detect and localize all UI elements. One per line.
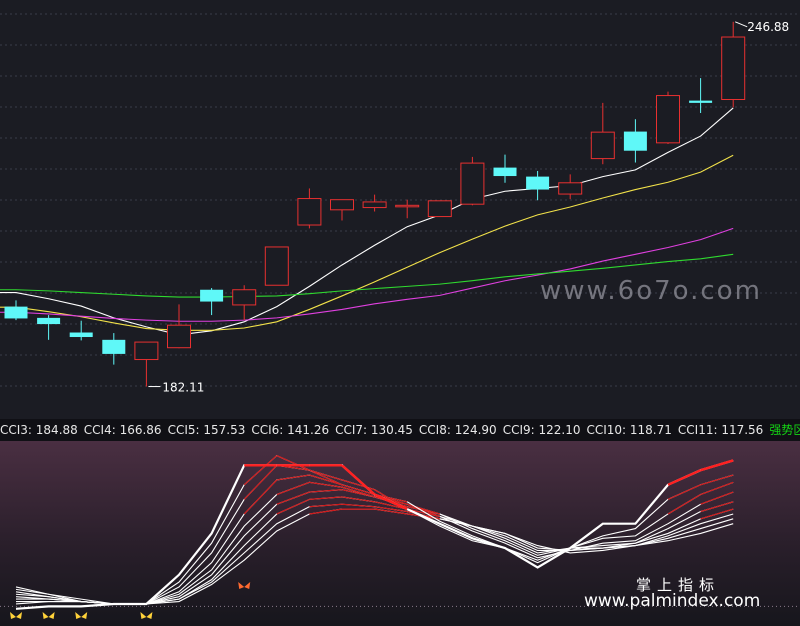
cci-line	[15, 454, 734, 605]
candle-body	[623, 131, 647, 151]
cci-red-segment	[276, 474, 310, 481]
indicator-label: CCI11: 117.56	[677, 423, 764, 437]
butterfly-wing	[10, 612, 22, 619]
candle-body	[689, 100, 713, 103]
butterfly-wing	[75, 612, 88, 619]
candle-body	[69, 332, 93, 338]
indicator-label: CCI10: 118.71	[586, 423, 672, 437]
candle-body	[297, 198, 322, 226]
candle-body	[200, 289, 224, 302]
candle-body	[264, 246, 289, 286]
candle-body	[167, 324, 191, 349]
butterfly-icon	[42, 612, 55, 619]
cci-red-segment	[309, 496, 343, 500]
candle-body	[395, 204, 420, 208]
cci-line	[15, 496, 734, 605]
butterfly-icon	[140, 612, 153, 619]
candle-body	[721, 36, 746, 100]
candle-body	[493, 167, 517, 177]
indicator-label: CCI5: 157.53	[167, 423, 246, 437]
high-arrow	[735, 21, 748, 28]
cci-line	[15, 459, 734, 610]
watermark-6o7o: www.6o7o.com	[540, 276, 762, 306]
butterfly-wing	[238, 581, 251, 589]
cci-red-segment	[309, 503, 343, 508]
candle-body	[134, 341, 159, 361]
cci-red-segment	[374, 508, 408, 515]
indicator-label: CCI6: 141.26	[251, 423, 330, 437]
price-chart: 246.88 182.11	[0, 13, 800, 395]
cci-red-segment	[309, 469, 343, 481]
indicator-label: 强势区: 100.00	[769, 423, 800, 437]
cci-red-segment	[309, 489, 343, 493]
candle-body	[232, 289, 257, 306]
indicator-label: CCI3: 184.88	[0, 423, 78, 437]
indicator-bar: CCI3: 184.88 CCI4: 166.86 CCI5: 157.53 CCI6…	[0, 419, 800, 441]
candle-body	[4, 306, 28, 319]
candle-body	[656, 95, 680, 144]
indicator-label: CCI4: 166.86	[83, 423, 162, 437]
cci-red-segment	[341, 503, 375, 508]
cci-red-segment	[276, 498, 310, 515]
indicator-label: CCI7: 130.45	[335, 423, 413, 437]
ma-line	[0, 227, 734, 322]
cci-red-segment	[700, 481, 734, 496]
candle-body	[460, 162, 485, 205]
cci-red-segment	[309, 508, 343, 515]
cci-line	[15, 503, 734, 605]
low-label: 182.11	[162, 381, 204, 395]
high-label: 246.88	[747, 20, 789, 34]
cci-red-segment	[667, 469, 702, 486]
indicator-label: CCI9: 122.10	[502, 423, 581, 437]
butterfly-icon	[10, 612, 22, 619]
cci-red-segment	[276, 481, 310, 496]
butterfly-wing	[42, 612, 55, 619]
indicator-label: CCI8: 124.90	[418, 423, 497, 437]
candle-body	[526, 176, 550, 190]
candle-body	[37, 317, 61, 325]
watermark-site: www.palmindex.com	[584, 591, 761, 611]
cci-line	[15, 481, 734, 605]
butterfly-icon	[75, 612, 88, 619]
cci-red-segment	[700, 491, 734, 505]
cci-red-segment	[341, 496, 375, 503]
price-panel: 246.88 182.11 www.6o7o.com	[0, 0, 800, 417]
cci-red-segment	[276, 491, 310, 505]
candle-body	[427, 200, 452, 218]
chart-stage: 246.88 182.11 www.6o7o.com CCI3: 184.88 CC…	[0, 0, 800, 626]
cci-red-segment	[700, 474, 734, 486]
candle-body	[102, 339, 126, 354]
butterfly-wing	[140, 612, 153, 619]
candle-body	[558, 182, 583, 195]
butterfly-icon	[238, 581, 251, 589]
cci-line	[16, 464, 734, 605]
candle-body	[590, 131, 615, 160]
candle-body	[362, 201, 387, 209]
candle-body	[330, 199, 354, 211]
cci-red-segment	[700, 459, 734, 472]
